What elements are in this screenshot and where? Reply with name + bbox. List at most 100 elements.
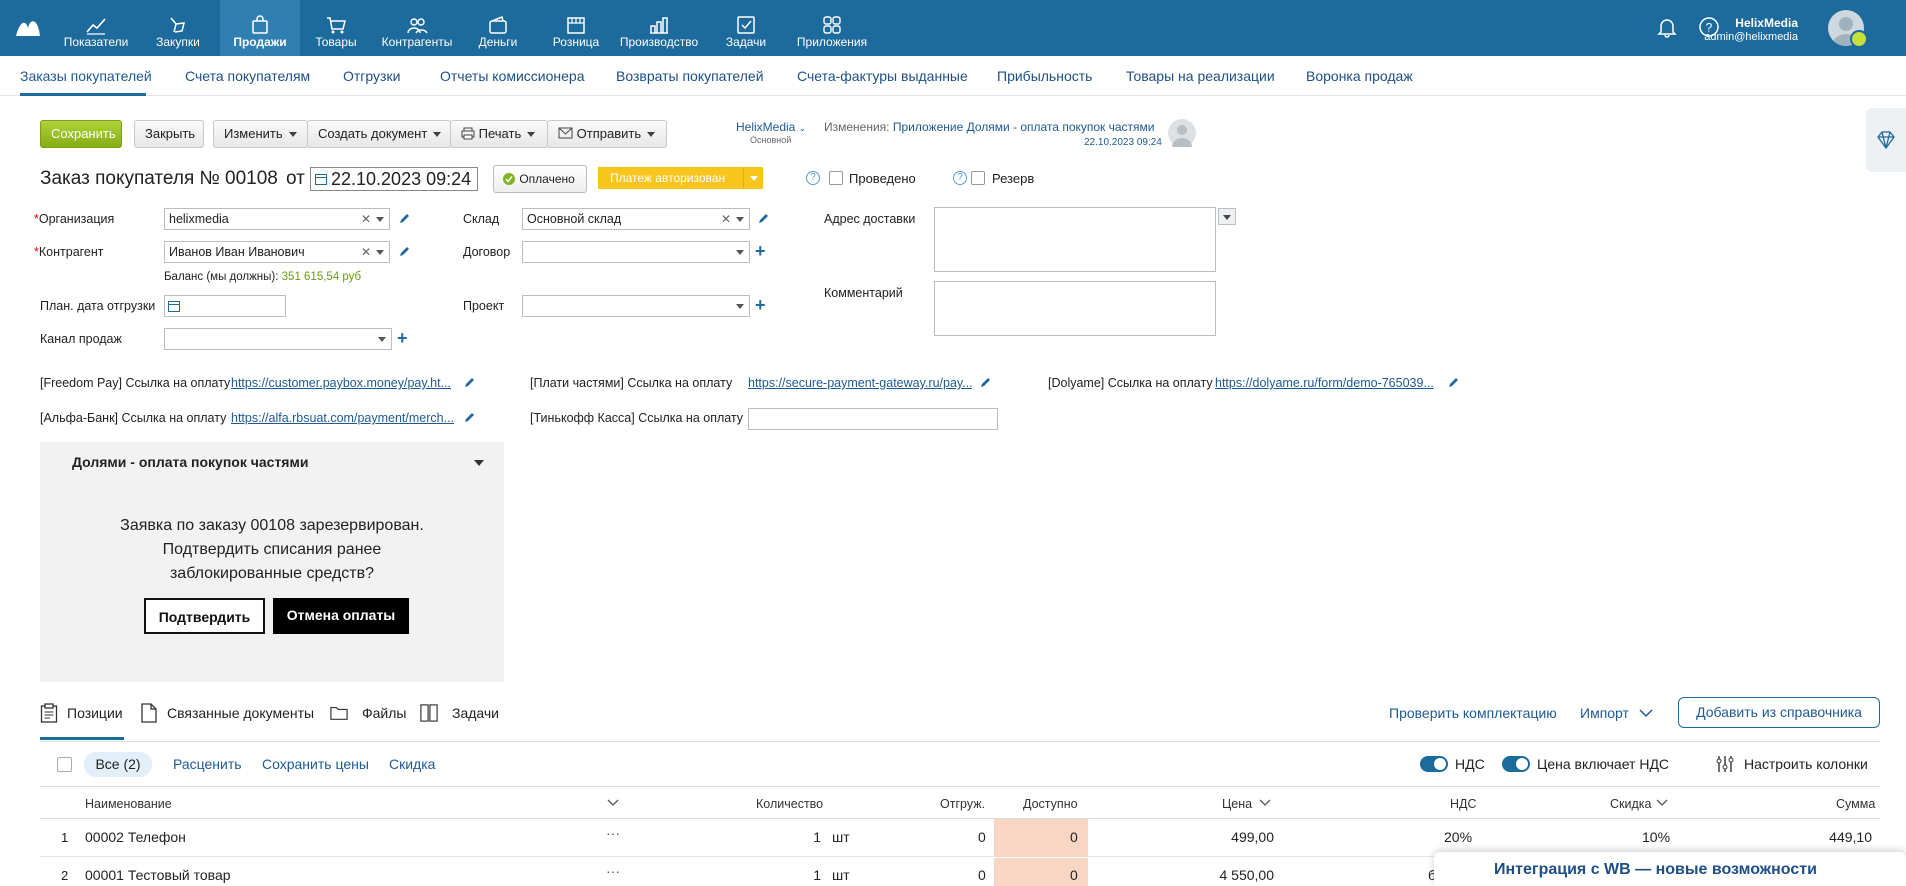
pencil-icon[interactable] xyxy=(979,377,991,389)
contract-select[interactable] xyxy=(522,241,750,263)
add-from-catalog-button[interactable]: Добавить из справочника xyxy=(1678,697,1880,728)
tinkoff-link-field[interactable] xyxy=(748,408,998,430)
clear-icon[interactable]: ✕ xyxy=(721,209,731,229)
reserve-checkbox[interactable] xyxy=(971,171,985,185)
tab-related-documents[interactable]: Связанные документы xyxy=(167,705,314,721)
row-vat[interactable]: 20% xyxy=(1444,829,1472,845)
address-expand-button[interactable] xyxy=(1218,208,1236,225)
row-more-icon[interactable]: ··· xyxy=(606,825,620,841)
row-more-icon[interactable]: ··· xyxy=(606,863,620,879)
nav-item-goods[interactable]: Товары xyxy=(296,0,376,56)
nav-item-retail[interactable]: Розница xyxy=(536,0,616,56)
posted-help-icon[interactable]: ? xyxy=(806,171,820,185)
pencil-icon[interactable] xyxy=(463,412,475,424)
pencil-icon[interactable] xyxy=(463,377,475,389)
alfa-bank-link[interactable]: https://alfa.rbsuat.com/payment/merch... xyxy=(231,411,455,425)
confirm-payment-button[interactable]: Подтвердить xyxy=(144,598,265,634)
discount-link[interactable]: Скидка xyxy=(389,756,435,772)
col-header-shipped[interactable]: Отгруж. xyxy=(940,797,985,811)
pencil-icon[interactable] xyxy=(398,246,410,258)
nav-item-sales[interactable]: Продажи xyxy=(220,0,300,56)
payment-status-dropdown[interactable]: Платеж авторизован xyxy=(598,167,763,189)
subnav-issued-invoices[interactable]: Счета-фактуры выданные xyxy=(797,68,968,84)
subnav-profitability[interactable]: Прибыльность xyxy=(997,68,1092,84)
logo-icon[interactable] xyxy=(14,14,42,40)
subnav-customer-invoices[interactable]: Счета покупателям xyxy=(185,68,310,84)
row-product-link[interactable]: 00002 Телефон xyxy=(85,829,186,845)
plati-chastyami-link[interactable]: https://secure-payment-gateway.ru/pay... xyxy=(748,376,972,390)
nav-item-money[interactable]: Деньги xyxy=(458,0,538,56)
column-settings-icon[interactable] xyxy=(1715,754,1735,774)
subnav-customer-returns[interactable]: Возвраты покупателей xyxy=(616,68,764,84)
nav-item-indicators[interactable]: Показатели xyxy=(56,0,136,56)
row-product-link[interactable]: 00001 Тестовый товар xyxy=(85,867,231,883)
create-document-dropdown-button[interactable]: Создать документ xyxy=(307,120,451,148)
import-dropdown[interactable]: Импорт xyxy=(1580,705,1653,721)
add-sales-channel-icon[interactable]: + xyxy=(397,329,408,347)
col-header-price[interactable]: Цена xyxy=(1222,797,1252,811)
row-price[interactable]: 499,00 xyxy=(1192,829,1274,845)
pencil-icon[interactable] xyxy=(757,213,769,225)
organization-select[interactable]: helixmedia ✕ xyxy=(164,208,390,230)
project-select[interactable] xyxy=(522,295,750,317)
paid-status-button[interactable]: Оплачено xyxy=(493,165,587,193)
tab-positions[interactable]: Позиции xyxy=(67,705,123,721)
order-number[interactable]: 00108 xyxy=(225,168,278,190)
row-quantity[interactable]: 1 xyxy=(813,867,821,883)
row-price[interactable]: 4 550,00 xyxy=(1192,867,1275,883)
collapse-triangle-icon[interactable] xyxy=(474,460,484,466)
subnav-customer-orders[interactable]: Заказы покупателей xyxy=(20,68,152,84)
price-includes-vat-toggle[interactable] xyxy=(1502,756,1530,772)
nav-item-apps[interactable]: Приложения xyxy=(790,0,874,56)
chevron-down-icon[interactable] xyxy=(607,799,619,807)
send-dropdown-button[interactable]: Отправить xyxy=(547,120,667,148)
user-name[interactable]: HelixMedia xyxy=(1735,16,1798,30)
vat-toggle[interactable] xyxy=(1420,756,1448,772)
organization-switcher[interactable]: HelixMedia ⌄ xyxy=(736,120,806,134)
tab-tasks[interactable]: Задачи xyxy=(452,705,499,721)
wb-integration-banner[interactable]: Интеграция с WB — новые возможности xyxy=(1434,852,1906,886)
filter-all-chip[interactable]: Все (2) xyxy=(84,752,152,777)
add-project-icon[interactable]: + xyxy=(755,296,766,314)
nav-item-counterparties[interactable]: Контрагенты xyxy=(376,0,458,56)
comment-textarea[interactable] xyxy=(934,281,1216,336)
configure-columns-label[interactable]: Настроить колонки xyxy=(1744,756,1868,772)
nav-item-purchases[interactable]: Закупки xyxy=(138,0,218,56)
col-header-quantity[interactable]: Количество xyxy=(756,797,823,811)
add-contract-icon[interactable]: + xyxy=(755,242,766,260)
change-dropdown-button[interactable]: Изменить xyxy=(213,120,308,148)
clear-icon[interactable]: ✕ xyxy=(361,209,371,229)
bell-icon[interactable] xyxy=(1656,16,1678,38)
col-header-sum[interactable]: Сумма xyxy=(1836,797,1875,811)
tab-files[interactable]: Файлы xyxy=(362,705,406,721)
chevron-down-icon[interactable] xyxy=(1259,799,1271,807)
changes-link[interactable]: Приложение Долями - оплата покупок частя… xyxy=(893,120,1155,134)
chevron-down-icon[interactable] xyxy=(1656,799,1668,807)
select-all-checkbox[interactable] xyxy=(57,757,72,772)
warehouse-select[interactable]: Основной склад ✕ xyxy=(522,208,750,230)
close-button[interactable]: Закрыть xyxy=(134,120,204,148)
ship-date-field[interactable] xyxy=(164,295,286,317)
save-prices-link[interactable]: Сохранить цены xyxy=(262,756,369,772)
subnav-commission-reports[interactable]: Отчеты комиссионера xyxy=(440,68,585,84)
print-dropdown-button[interactable]: Печать xyxy=(450,120,548,148)
delivery-address-textarea[interactable] xyxy=(934,207,1216,272)
save-button[interactable]: Сохранить xyxy=(40,120,122,148)
subnav-shipments[interactable]: Отгрузки xyxy=(343,68,400,84)
pencil-icon[interactable] xyxy=(398,213,410,225)
nav-item-tasks[interactable]: Задачи xyxy=(706,0,786,56)
nav-item-production[interactable]: Производство xyxy=(616,0,702,56)
cancel-payment-button[interactable]: Отмена оплаты xyxy=(273,598,409,634)
col-header-discount[interactable]: Скидка xyxy=(1610,797,1651,811)
side-widget-tab[interactable] xyxy=(1866,108,1906,172)
col-header-vat[interactable]: НДС xyxy=(1450,797,1477,811)
subnav-consignment-goods[interactable]: Товары на реализации xyxy=(1126,68,1275,84)
row-quantity[interactable]: 1 xyxy=(813,829,821,845)
reprice-link[interactable]: Расценить xyxy=(173,756,242,772)
contractor-select[interactable]: Иванов Иван Иванович ✕ xyxy=(164,241,390,263)
clear-icon[interactable]: ✕ xyxy=(361,242,371,262)
row-discount[interactable]: 10% xyxy=(1642,829,1670,845)
user-email[interactable]: admin@helixmedia xyxy=(1704,31,1798,43)
sales-channel-select[interactable] xyxy=(164,328,392,350)
col-header-available[interactable]: Доступно xyxy=(1023,797,1078,811)
